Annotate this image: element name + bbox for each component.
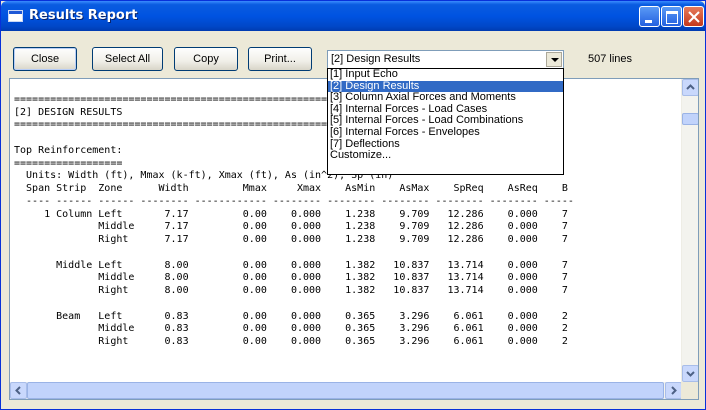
report-section-select[interactable]: [2] Design Results bbox=[327, 50, 564, 69]
chevron-down-icon[interactable] bbox=[546, 52, 562, 67]
print-button[interactable]: Print... bbox=[248, 47, 312, 71]
horizontal-scroll-thumb[interactable] bbox=[27, 382, 664, 399]
maximize-button[interactable] bbox=[661, 6, 682, 27]
scroll-right-button[interactable] bbox=[665, 382, 682, 399]
scroll-left-button[interactable] bbox=[10, 382, 27, 399]
chevron-down-icon bbox=[686, 371, 695, 377]
vertical-scroll-thumb[interactable] bbox=[682, 113, 698, 125]
dropdown-option[interactable]: [1] Input Echo bbox=[328, 68, 563, 81]
minimize-button[interactable] bbox=[639, 6, 660, 27]
close-icon bbox=[688, 11, 700, 23]
dropdown-option[interactable]: Customize... bbox=[328, 150, 563, 162]
scroll-up-button[interactable] bbox=[682, 79, 698, 96]
window-title: Results Report bbox=[29, 8, 138, 23]
close-button[interactable]: Close bbox=[13, 47, 77, 71]
scrollbar-corner bbox=[681, 382, 698, 399]
report-section-value: [2] Design Results bbox=[331, 53, 421, 65]
report-section-dropdown-list[interactable]: [1] Input Echo [2] Design Results [3] Co… bbox=[327, 68, 564, 175]
select-all-button[interactable]: Select All bbox=[92, 47, 163, 71]
line-count: 507 lines bbox=[588, 53, 633, 65]
results-report-window: Results Report Close Select All Copy Pri… bbox=[0, 0, 706, 410]
title-bar[interactable]: Results Report bbox=[1, 1, 705, 31]
dropdown-option[interactable]: [6] Internal Forces - Envelopes bbox=[328, 126, 563, 139]
scroll-down-button[interactable] bbox=[682, 365, 698, 382]
horizontal-scrollbar[interactable] bbox=[10, 382, 682, 399]
copy-button[interactable]: Copy bbox=[174, 47, 238, 71]
chevron-up-icon bbox=[686, 84, 695, 90]
chevron-right-icon bbox=[671, 386, 677, 395]
vertical-scrollbar[interactable] bbox=[681, 79, 698, 382]
close-window-button[interactable] bbox=[683, 6, 704, 27]
window-icon bbox=[8, 10, 23, 22]
chevron-left-icon bbox=[15, 386, 21, 395]
